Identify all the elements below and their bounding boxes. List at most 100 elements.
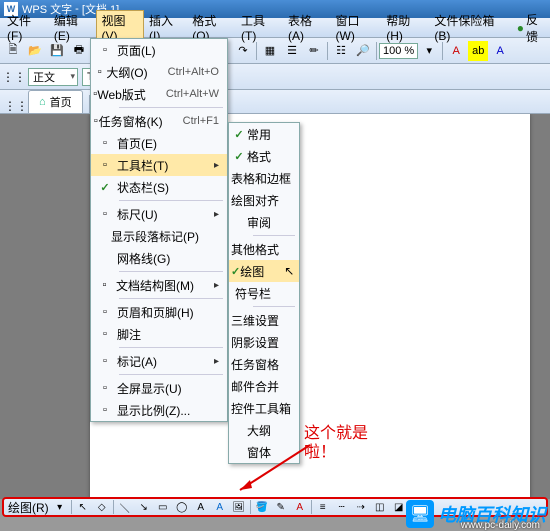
view-menu-item[interactable]: ▫首页(E): [91, 132, 227, 154]
rect-icon[interactable]: ▭: [155, 499, 171, 515]
autoshapes-icon[interactable]: ◇: [94, 499, 110, 515]
menu-item-label: 阴影设置: [231, 334, 299, 351]
toolbar-menu-item[interactable]: ✓常用: [229, 123, 299, 145]
toolbar-menu-item[interactable]: 符号栏: [229, 282, 299, 304]
arrowstyle-icon[interactable]: ⇢: [353, 499, 369, 515]
highlight-icon[interactable]: ab: [468, 41, 488, 61]
menu-item-label: 大纲: [247, 422, 291, 439]
linestyle-icon[interactable]: ≡: [315, 499, 331, 515]
toolbar-menu-item[interactable]: 绘图对齐: [229, 189, 299, 211]
toolbar-menu-item[interactable]: 其他格式: [229, 238, 299, 260]
fillcolor-icon[interactable]: 🪣: [254, 499, 270, 515]
fontcolor-icon[interactable]: A: [490, 41, 510, 61]
tab-home[interactable]: ⌂ 首页: [28, 90, 83, 113]
feedback-link[interactable]: ● 反馈: [517, 11, 548, 45]
view-menu-item[interactable]: ▫大纲(O)Ctrl+Alt+O: [91, 61, 227, 83]
view-menu-item[interactable]: ▫Web版式Ctrl+Alt+W: [91, 83, 227, 105]
save-icon[interactable]: 💾: [47, 41, 67, 61]
arrow-icon[interactable]: ↘: [136, 499, 152, 515]
check-icon: ✓: [231, 265, 240, 278]
view-menu-item[interactable]: ▫工具栏(T)▸: [91, 154, 227, 176]
menu-item-label: 格式: [247, 148, 291, 165]
line-icon[interactable]: ＼: [117, 499, 133, 515]
toolbar-menu-item[interactable]: 任务窗格: [229, 353, 299, 375]
menu-item-label: 文档结构图(M): [116, 277, 214, 294]
fontcolor2-icon[interactable]: A: [292, 499, 308, 515]
print-icon[interactable]: 🖶: [69, 41, 89, 61]
menu-item-label: 任务窗格(K): [99, 113, 183, 130]
tabs-handle-icon[interactable]: ⋮⋮: [4, 99, 28, 113]
toolbar-menu-item[interactable]: 表格和边框: [229, 167, 299, 189]
ruler-icon: ▫: [93, 208, 117, 220]
menu-shortcut: Ctrl+F1: [183, 115, 219, 127]
menu-item-label: 脚注: [117, 326, 219, 343]
redo-icon[interactable]: ↷: [233, 41, 253, 61]
annotation-arrow: [230, 440, 320, 500]
new-icon[interactable]: 🗎: [3, 41, 23, 61]
view-menu-item[interactable]: ▫页面(L): [91, 39, 227, 61]
view-menu-item[interactable]: ✓状态栏(S): [91, 176, 227, 198]
textbox-icon[interactable]: A: [193, 499, 209, 515]
docmap-icon[interactable]: ☷: [331, 41, 351, 61]
image-icon[interactable]: 🖼: [231, 499, 247, 515]
view-menu-item[interactable]: ▫脚注: [91, 323, 227, 345]
toolbar-menu-item[interactable]: ✓绘图↖: [229, 260, 299, 282]
view-menu-item[interactable]: ▫文档结构图(M)▸: [91, 274, 227, 296]
docmap-icon: ▫: [93, 279, 116, 291]
table-icon[interactable]: ▦: [260, 41, 280, 61]
view-menu-item[interactable]: ▫标记(A)▸: [91, 350, 227, 372]
drawing-icon[interactable]: ✏: [304, 41, 324, 61]
3d-icon[interactable]: ◪: [391, 499, 407, 515]
shadow-icon[interactable]: ◫: [372, 499, 388, 515]
toolbar-menu-item[interactable]: 邮件合并: [229, 375, 299, 397]
home-icon: ▫: [93, 137, 117, 149]
formatting-toolbar: ⋮⋮ 正文 Tim: [0, 64, 550, 90]
menu-item-label: 状态栏(S): [117, 179, 219, 196]
menu-item-label: 全屏显示(U): [117, 380, 219, 397]
find-icon[interactable]: 🔎: [353, 41, 373, 61]
toolbar-menu-item[interactable]: 阴影设置: [229, 331, 299, 353]
menu-item-label: 绘图: [240, 263, 284, 280]
toolbar-icon: ▫: [93, 159, 117, 171]
view-menu-item[interactable]: ▫显示比例(Z)...: [91, 399, 227, 421]
zoom-icon: ▫: [93, 404, 117, 416]
zoom-dropdown-icon[interactable]: ▾: [419, 41, 439, 61]
toolbar-menu-item[interactable]: 审阅: [229, 211, 299, 233]
toolbar-menu-item[interactable]: 三维设置: [229, 309, 299, 331]
outline-icon: ▫: [93, 66, 106, 78]
check-icon: ✓: [231, 150, 247, 163]
menu-item-label: 绘图对齐: [231, 192, 299, 209]
zoom-box[interactable]: 100 %: [379, 43, 418, 59]
dashstyle-icon[interactable]: ┄: [334, 499, 350, 515]
view-menu-item[interactable]: ▫标尺(U)▸: [91, 203, 227, 225]
drawing-label[interactable]: 绘图(R): [8, 499, 49, 516]
menu-item-label: 标尺(U): [117, 206, 214, 223]
select-icon[interactable]: ↖: [75, 499, 91, 515]
wordart-icon[interactable]: A: [212, 499, 228, 515]
char-a-icon[interactable]: A: [446, 41, 466, 61]
view-menu-item[interactable]: 网格线(G): [91, 247, 227, 269]
toolbar-menu-item[interactable]: 控件工具箱: [229, 397, 299, 419]
toolbar-menu-item[interactable]: ✓格式: [229, 145, 299, 167]
format-handle-icon[interactable]: ⋮⋮: [2, 70, 26, 84]
toolbar-menu-item[interactable]: 大纲: [229, 419, 299, 441]
view-menu-item[interactable]: ▫任务窗格(K)Ctrl+F1: [91, 110, 227, 132]
submenu-arrow-icon: ▸: [214, 160, 219, 171]
view-menu-item[interactable]: ▫全屏显示(U): [91, 377, 227, 399]
submenu-arrow-icon: ▸: [214, 280, 219, 291]
columns-icon[interactable]: ☰: [282, 41, 302, 61]
watermark-url: www.pc-daily.com: [461, 520, 540, 531]
home-icon: ⌂: [39, 96, 46, 108]
style-dropdown[interactable]: 正文: [28, 68, 78, 86]
standard-toolbar: 🗎 📂 💾 🖶 🔍 ✂ ⧉ 📋 🖌 ↶ ↷ ▦ ☰ ✏ ☷ 🔎 100 % ▾ …: [0, 38, 550, 64]
menu-item-label: Web版式: [97, 86, 165, 103]
menu-item-label: 网格线(G): [117, 250, 219, 267]
open-icon[interactable]: 📂: [25, 41, 45, 61]
view-menu-item[interactable]: ▫页眉和页脚(H): [91, 301, 227, 323]
linecolor-icon[interactable]: ✎: [273, 499, 289, 515]
chevron-down-icon[interactable]: ▾: [52, 499, 68, 515]
view-menu-item[interactable]: 显示段落标记(P): [91, 225, 227, 247]
oval-icon[interactable]: ◯: [174, 499, 190, 515]
page-icon: ▫: [93, 44, 117, 56]
cursor-icon: ↖: [284, 264, 294, 278]
